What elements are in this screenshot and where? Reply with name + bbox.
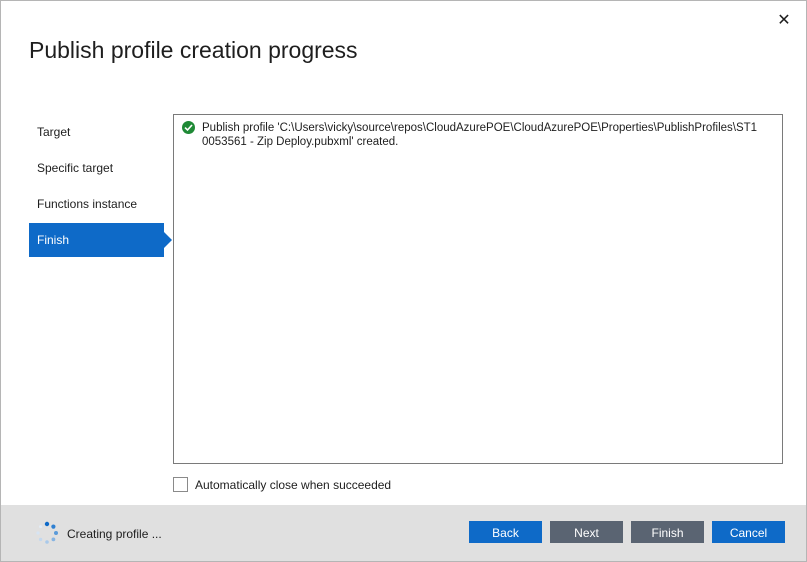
dialog-title: Publish profile creation progress bbox=[29, 37, 358, 63]
dialog-footer: Creating profile ... Back Next Finish Ca… bbox=[1, 505, 806, 561]
log-entry-text: Publish profile 'C:\Users\vicky\source\r… bbox=[202, 122, 758, 148]
success-check-icon bbox=[182, 121, 195, 134]
auto-close-checkbox[interactable] bbox=[173, 477, 188, 492]
next-button[interactable]: Next bbox=[550, 521, 623, 543]
sidebar-item-finish[interactable]: Finish bbox=[29, 223, 172, 257]
sidebar-item-target[interactable]: Target bbox=[29, 115, 164, 149]
auto-close-label[interactable]: Automatically close when succeeded bbox=[195, 477, 391, 493]
close-icon[interactable]: ✕ bbox=[774, 11, 794, 31]
status-text: Creating profile ... bbox=[67, 527, 162, 541]
wizard-steps-sidebar: Target Specific target Functions instanc… bbox=[29, 115, 172, 259]
cancel-button[interactable]: Cancel bbox=[712, 521, 785, 543]
spinner-icon bbox=[36, 521, 58, 544]
log-entry: Publish profile 'C:\Users\vicky\source\r… bbox=[182, 121, 758, 149]
finish-button[interactable]: Finish bbox=[631, 521, 704, 543]
sidebar-item-functions-instance[interactable]: Functions instance bbox=[29, 187, 164, 221]
publish-profile-dialog: ✕ Publish profile creation progress Targ… bbox=[0, 0, 807, 562]
back-button[interactable]: Back bbox=[469, 521, 542, 543]
sidebar-item-specific-target[interactable]: Specific target bbox=[29, 151, 164, 185]
progress-log: Publish profile 'C:\Users\vicky\source\r… bbox=[173, 114, 783, 464]
